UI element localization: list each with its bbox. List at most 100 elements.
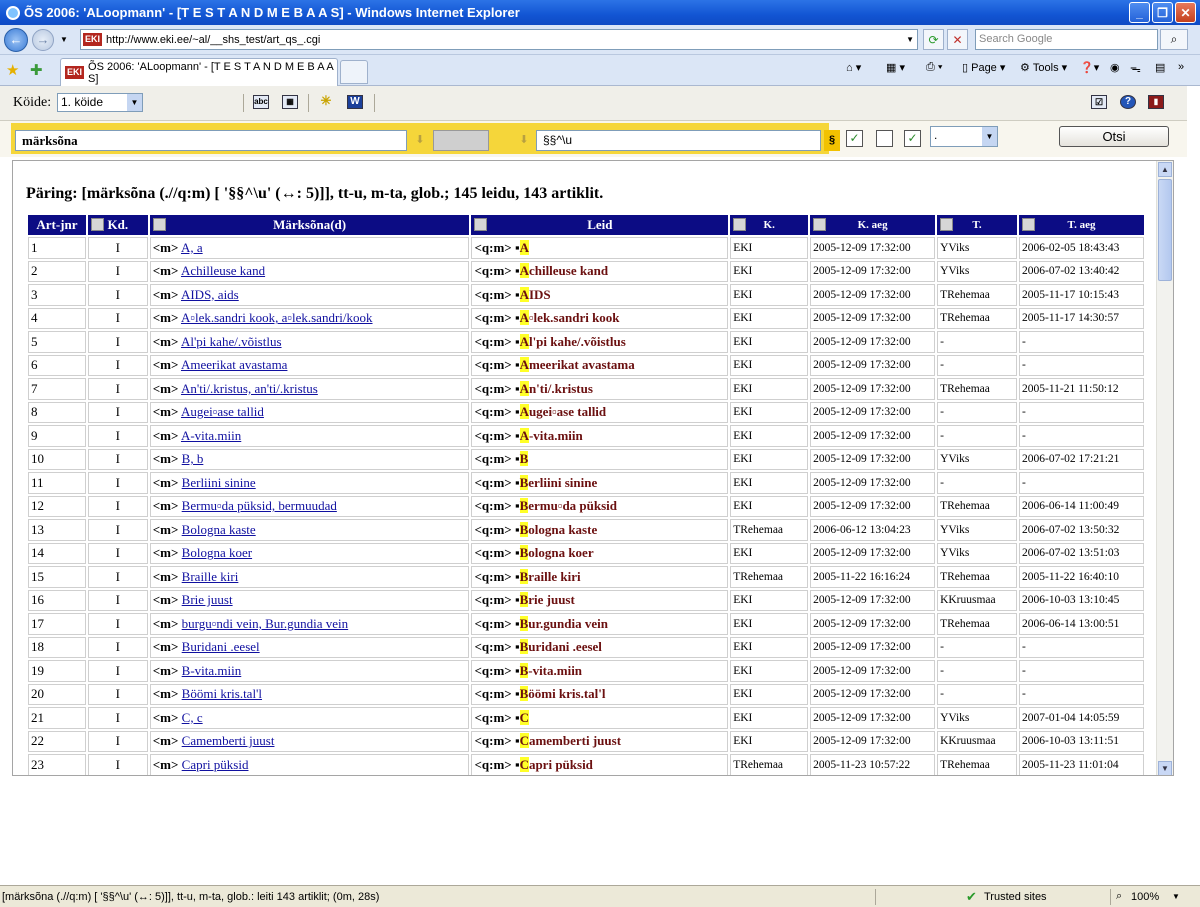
favorites-star-icon[interactable]: ★ bbox=[6, 61, 19, 79]
minimize-button[interactable]: _ bbox=[1129, 2, 1150, 23]
new-tab-button[interactable] bbox=[340, 60, 368, 84]
editor-cell: YViks bbox=[937, 542, 1017, 564]
scrollbar-thumb[interactable] bbox=[1158, 179, 1172, 281]
arrow-down-icon[interactable]: ⬇ bbox=[516, 130, 532, 151]
article-number: 15 bbox=[28, 566, 86, 588]
headword-link[interactable]: Capri püksid bbox=[182, 757, 249, 772]
messenger-icon[interactable]: ᯓ bbox=[1130, 61, 1141, 76]
search-icon[interactable]: ⌕ bbox=[1160, 29, 1188, 50]
chevron-more-icon[interactable]: » bbox=[1178, 61, 1184, 73]
headword-link[interactable]: Achilleuse kand bbox=[181, 263, 265, 278]
arrow-down-icon[interactable]: ⬇ bbox=[412, 130, 428, 151]
headword-link[interactable]: B, b bbox=[182, 451, 204, 466]
column-toggle-icon[interactable] bbox=[1022, 218, 1035, 231]
column-toggle-icon[interactable] bbox=[813, 218, 827, 231]
column-toggle-icon[interactable] bbox=[474, 218, 488, 231]
print-icon[interactable]: ⎙ ▾ bbox=[926, 61, 942, 74]
help-icon[interactable]: ❓▾ bbox=[1080, 61, 1099, 74]
headword-link[interactable]: A, a bbox=[181, 240, 203, 255]
column-toggle-icon[interactable] bbox=[152, 218, 166, 231]
match-cell: <q:m> ▪Braille kiri bbox=[471, 566, 729, 588]
pattern-input[interactable]: §§^\u bbox=[536, 130, 821, 151]
headword-link[interactable]: C, c bbox=[182, 710, 203, 725]
headword-link[interactable]: Berliini sinine bbox=[182, 475, 256, 490]
volume-cell: I bbox=[87, 519, 148, 541]
tab-current[interactable]: EKI ÕS 2006: 'ALoopmann' - [T E S T A N … bbox=[60, 58, 338, 86]
forward-button[interactable]: → bbox=[32, 28, 54, 51]
column-toggle-icon[interactable] bbox=[90, 218, 104, 231]
column-header[interactable]: K. aeg bbox=[810, 215, 936, 235]
refresh-icon[interactable]: ⟳ bbox=[923, 29, 944, 50]
headword-link[interactable]: Braille kiri bbox=[182, 569, 239, 584]
column-header[interactable]: Kd. bbox=[87, 215, 148, 235]
word-export-icon[interactable]: W bbox=[347, 95, 363, 109]
column-header[interactable]: K. bbox=[730, 215, 809, 235]
section-button[interactable]: § bbox=[824, 130, 840, 151]
zoom-dropdown-icon[interactable]: ▼ bbox=[1172, 892, 1180, 901]
table-row: 11 I <m> Berliini sinine <q:m> ▪Berliini si… bbox=[28, 472, 1144, 494]
stop-icon[interactable]: ✕ bbox=[947, 29, 968, 50]
scroll-up-icon[interactable]: ▲ bbox=[1158, 162, 1172, 177]
blog-icon[interactable]: ▤ bbox=[1155, 61, 1165, 74]
headword-link[interactable]: Al'pi kahe/.võistlus bbox=[181, 334, 282, 349]
operator-input[interactable] bbox=[433, 130, 489, 151]
search-input[interactable]: Search Google bbox=[975, 29, 1158, 50]
search-button[interactable]: Otsi bbox=[1059, 126, 1169, 147]
headword-cell: <m> Bologna koer bbox=[149, 542, 470, 564]
options-select[interactable]: . ▼ bbox=[930, 126, 998, 147]
abc-list-icon[interactable]: abc bbox=[253, 95, 269, 109]
research-icon[interactable]: ◉ bbox=[1110, 61, 1120, 74]
help-circle-icon[interactable]: ? bbox=[1120, 95, 1136, 109]
headword-link[interactable]: Augei▫ase tallid bbox=[181, 404, 264, 419]
vertical-scrollbar[interactable]: ▲ ▼ bbox=[1156, 161, 1173, 775]
headword-link[interactable]: An'ti/.kristus, an'ti/.kristus bbox=[181, 381, 318, 396]
headword-link[interactable]: burgu▫ndi vein, Bur.gundia vein bbox=[182, 616, 349, 631]
add-favorites-icon[interactable]: ✚ bbox=[30, 61, 43, 79]
checkbox-3[interactable]: ✓ bbox=[904, 130, 921, 147]
headword-link[interactable]: Buridani .eesel bbox=[182, 639, 260, 654]
zoom-level[interactable]: 100% bbox=[1131, 891, 1159, 903]
settings-icon[interactable]: ☑ bbox=[1091, 95, 1107, 109]
headword-link[interactable]: B-vita.miin bbox=[182, 663, 242, 678]
volume-cell: I bbox=[87, 260, 148, 282]
history-dropdown-icon[interactable]: ▼ bbox=[60, 35, 68, 44]
maximize-button[interactable]: ❐ bbox=[1152, 2, 1173, 23]
feeds-icon[interactable]: ▦ ▾ bbox=[886, 61, 905, 74]
table-row: 23 I <m> Capri püksid <q:m> ▪Capri püksid TR… bbox=[28, 754, 1144, 775]
scroll-down-icon[interactable]: ▼ bbox=[1158, 761, 1172, 775]
address-dropdown-icon[interactable]: ▼ bbox=[906, 35, 914, 44]
koide-select[interactable]: 1. köide ▼ bbox=[57, 93, 143, 112]
headword-link[interactable]: A-vita.miin bbox=[181, 428, 241, 443]
column-header[interactable]: Art-jnr bbox=[28, 215, 86, 235]
headword-cell: <m> Achilleuse kand bbox=[149, 260, 470, 282]
table-view-icon[interactable]: ▦ bbox=[282, 95, 298, 109]
checkbox-1[interactable]: ✓ bbox=[846, 130, 863, 147]
back-button[interactable]: ← bbox=[4, 27, 28, 52]
headword-link[interactable]: A▫lek.sandri kook, a▫lek.sandri/kook bbox=[181, 310, 373, 325]
home-icon[interactable]: ⌂ ▾ bbox=[846, 61, 861, 74]
field-input[interactable]: märksõna bbox=[15, 130, 407, 151]
headword-link[interactable]: Ameerikat avastama bbox=[181, 357, 287, 372]
column-header[interactable]: Leid bbox=[471, 215, 729, 235]
book-icon[interactable]: ▮ bbox=[1148, 95, 1164, 109]
headword-link[interactable]: Camemberti juust bbox=[182, 733, 275, 748]
headword-link[interactable]: Bologna koer bbox=[182, 545, 252, 560]
headword-link[interactable]: Bologna kaste bbox=[182, 522, 256, 537]
tools-menu[interactable]: ⚙ Tools ▾ bbox=[1020, 61, 1067, 75]
column-toggle-icon[interactable] bbox=[733, 218, 747, 231]
bullet: ▪ bbox=[514, 592, 520, 608]
headword-link[interactable]: Bermu▫da püksid, bermuudad bbox=[182, 498, 337, 513]
column-header[interactable]: T. bbox=[937, 215, 1017, 235]
address-field[interactable]: EKI http://www.eki.ee/~al/__shs_test/art… bbox=[80, 29, 918, 50]
column-header[interactable]: T. aeg bbox=[1019, 215, 1144, 235]
column-toggle-icon[interactable] bbox=[940, 218, 954, 231]
page-menu[interactable]: ▯ Page ▾ bbox=[962, 61, 1005, 75]
checkbox-2[interactable] bbox=[876, 130, 893, 147]
headword-link[interactable]: AIDS, aids bbox=[181, 287, 239, 302]
close-window-button[interactable]: ✕ bbox=[1175, 2, 1196, 23]
headword-link[interactable]: Brie juust bbox=[182, 592, 233, 607]
headword-link[interactable]: Böömi kris.tal'l bbox=[182, 686, 262, 701]
column-header[interactable]: Märksõna(d) bbox=[149, 215, 470, 235]
zoom-icon[interactable]: ⌕ bbox=[1116, 890, 1122, 903]
new-star-icon[interactable]: ✳ bbox=[318, 94, 334, 109]
